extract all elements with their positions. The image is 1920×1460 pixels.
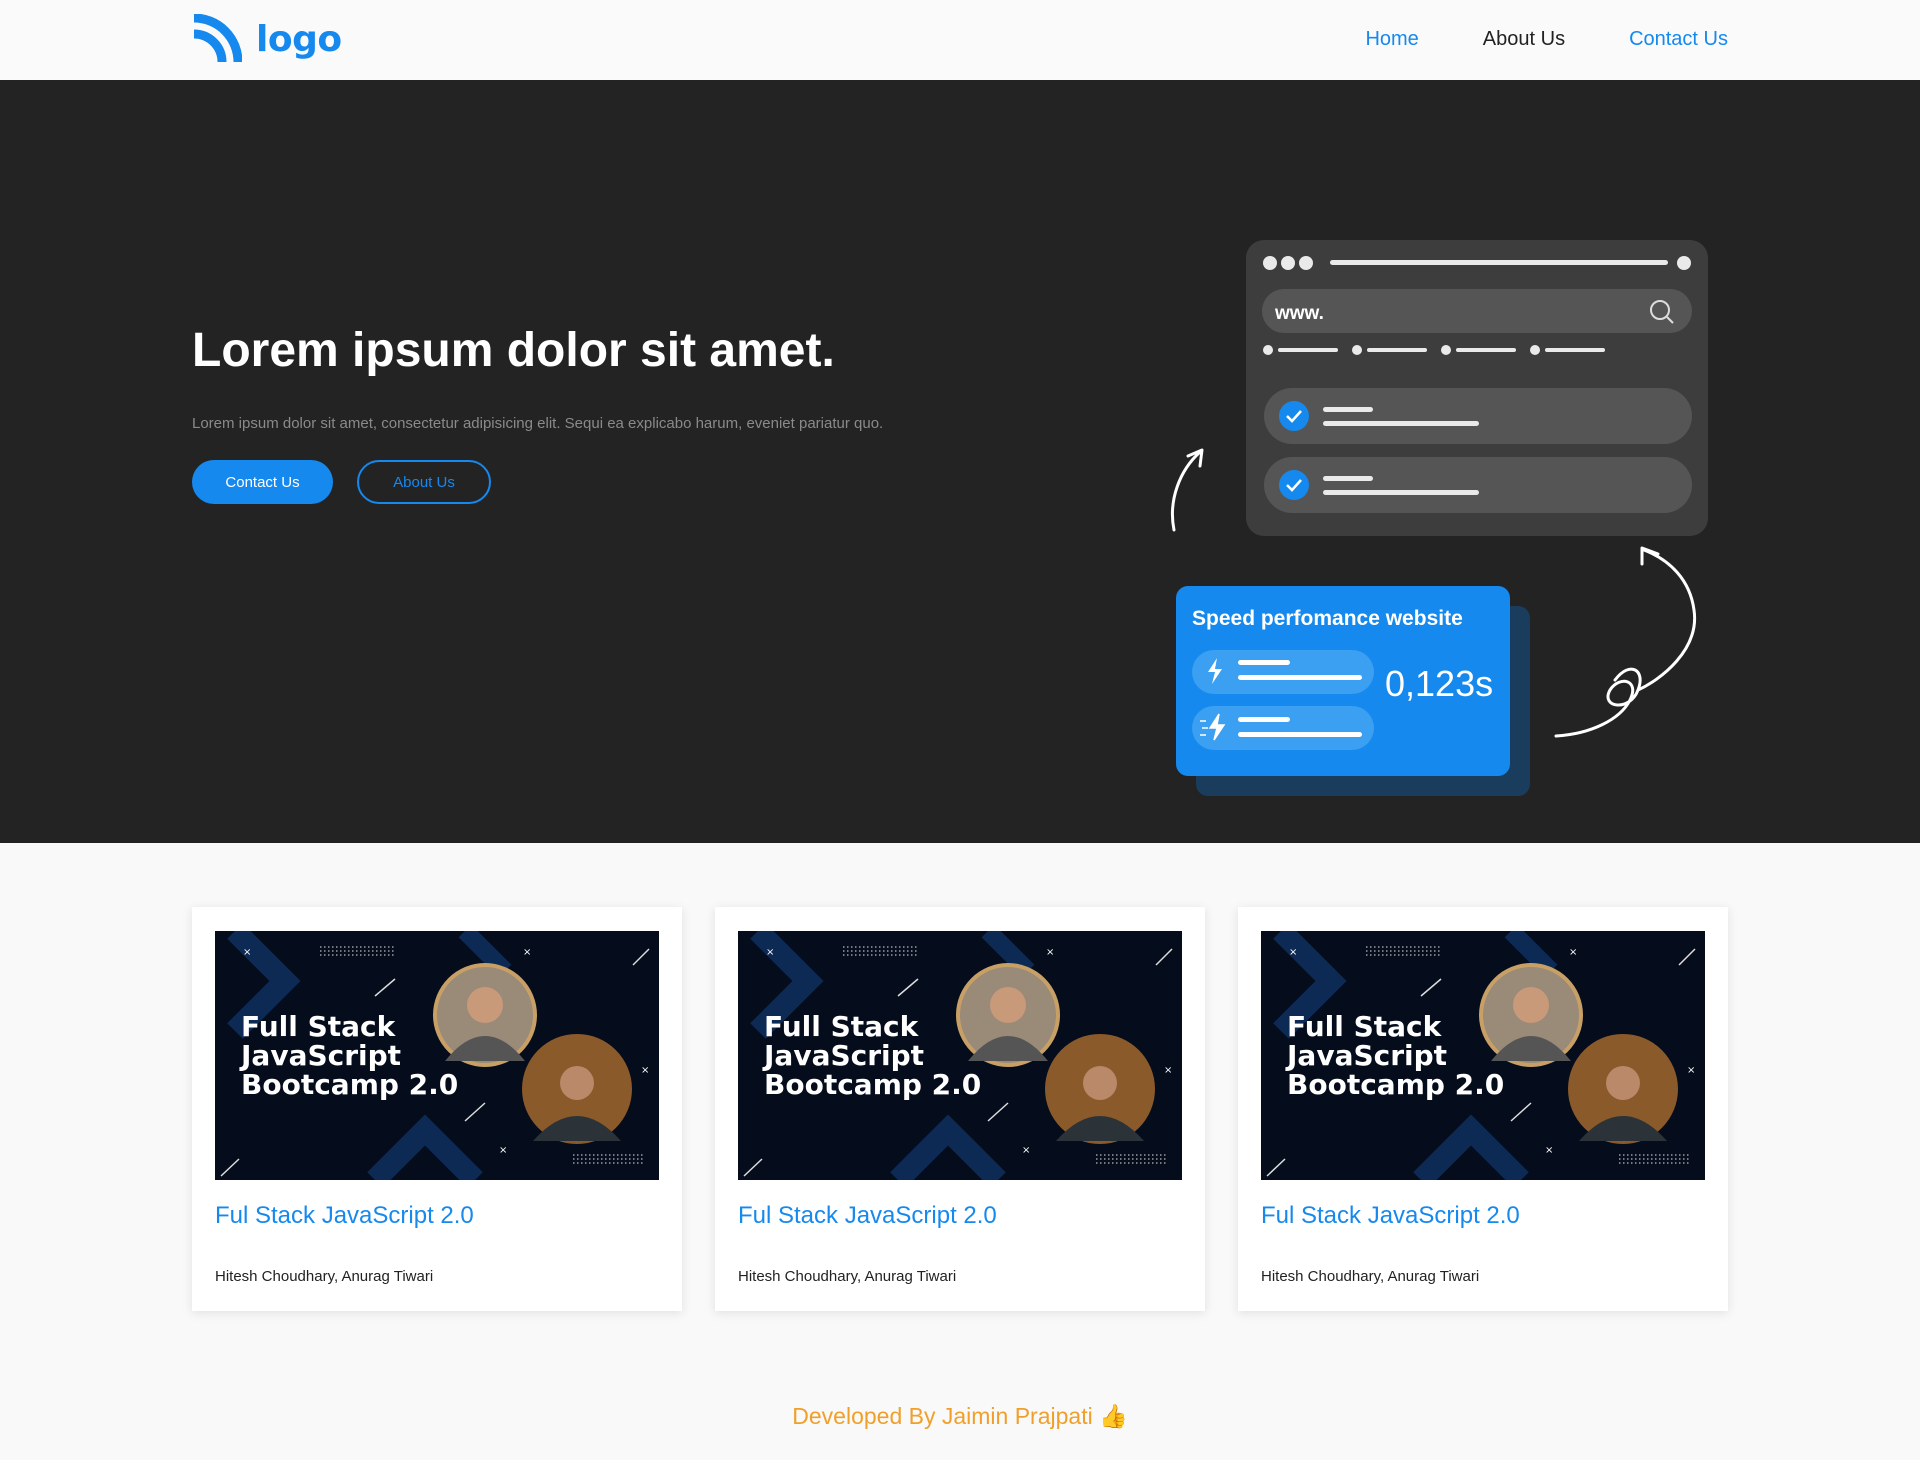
svg-text:×: ×	[641, 1065, 649, 1076]
svg-text:×: ×	[243, 947, 251, 958]
svg-text:×: ×	[1022, 1145, 1030, 1156]
course-thumbnail[interactable]: × × × × Full Stack JavaScript Bootcamp 2…	[738, 931, 1182, 1180]
svg-text:×: ×	[523, 947, 531, 958]
nav-link-contact-us[interactable]: Contact Us	[1629, 28, 1728, 51]
wifi-signal-logo-icon	[193, 14, 242, 63]
course-title[interactable]: Ful Stack JavaScript 2.0	[215, 1202, 474, 1230]
course-thumbnail[interactable]: × × × × Full Stack JavaScript Bootcamp 2…	[215, 931, 659, 1180]
course-card[interactable]: × × × × Full Stack JavaScript Bootcamp 2…	[192, 907, 682, 1311]
speed-value: 0,123s	[1385, 663, 1493, 704]
hero-subtitle: Lorem ipsum dolor sit amet, consectetur …	[192, 415, 884, 432]
svg-text:×: ×	[499, 1145, 507, 1156]
svg-text:×: ×	[1687, 1065, 1695, 1076]
course-thumbnail[interactable]: × × × × Full Stack JavaScript Bootcamp 2…	[1261, 931, 1705, 1180]
svg-text:×: ×	[1289, 947, 1297, 958]
course-card[interactable]: × × × × Full Stack JavaScript Bootcamp 2…	[1238, 907, 1728, 1311]
contact-us-button[interactable]: Contact Us	[192, 460, 333, 504]
thumbnail-text-line: Bootcamp 2.0	[241, 1068, 458, 1101]
nav-link-about-us[interactable]: About Us	[1483, 28, 1565, 51]
hero-illustration: www. Speed perfomance website 0,123s	[1170, 240, 1708, 796]
footer-credit: Developed By Jaimin Prajpati 👍	[792, 1403, 1128, 1429]
speed-card-title: Speed perfomance website	[1192, 607, 1463, 630]
course-title[interactable]: Ful Stack JavaScript 2.0	[738, 1202, 997, 1230]
svg-text:×: ×	[1046, 947, 1054, 958]
squiggle-arrow-graphic	[1554, 548, 1697, 738]
course-authors: Hitesh Choudhary, Anurag Tiwari	[215, 1268, 434, 1285]
course-authors: Hitesh Choudhary, Anurag Tiwari	[1261, 1268, 1480, 1285]
hero-section: Lorem ipsum dolor sit amet. Lorem ipsum …	[0, 80, 1920, 843]
course-title[interactable]: Ful Stack JavaScript 2.0	[1261, 1202, 1520, 1230]
hero-title: Lorem ipsum dolor sit amet.	[192, 324, 835, 377]
thumbnail-text-line: Bootcamp 2.0	[1287, 1068, 1504, 1101]
course-authors: Hitesh Choudhary, Anurag Tiwari	[738, 1268, 957, 1285]
nav-link-home[interactable]: Home	[1365, 28, 1418, 51]
browser-window-graphic: www.	[1246, 240, 1708, 536]
svg-text:×: ×	[766, 947, 774, 958]
logo-text: logo	[256, 18, 342, 60]
url-text: www.	[1274, 303, 1324, 324]
svg-text:×: ×	[1545, 1145, 1553, 1156]
course-cards: × × × × Full Stack JavaScript Bootcamp 2…	[192, 907, 1728, 1311]
curved-arrow-up-graphic	[1170, 450, 1202, 532]
course-card[interactable]: × × × × Full Stack JavaScript Bootcamp 2…	[715, 907, 1205, 1311]
svg-text:×: ×	[1569, 947, 1577, 958]
speed-performance-card: Speed perfomance website 0,123s	[1176, 586, 1530, 796]
nav-links: Home About Us Contact Us	[1365, 28, 1728, 51]
svg-text:×: ×	[1164, 1065, 1172, 1076]
logo[interactable]: logo	[192, 14, 342, 64]
about-us-button[interactable]: About Us	[357, 460, 491, 504]
top-navbar: logo Home About Us Contact Us	[0, 0, 1920, 80]
thumbnail-text-line: Bootcamp 2.0	[764, 1068, 981, 1101]
